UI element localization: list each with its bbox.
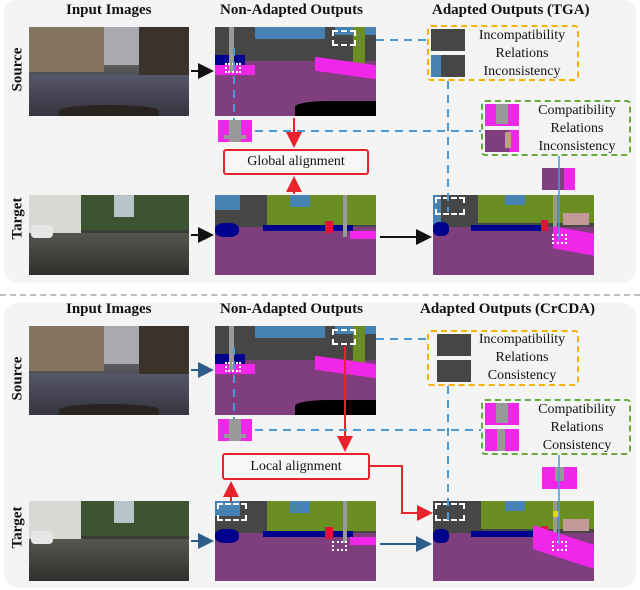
incompat-line-1-crcda: Incompatibility [478, 332, 566, 347]
compat-line-3: Inconsistency [538, 139, 616, 154]
source-input-image-2 [29, 326, 189, 415]
target-adapted-output-crcda [433, 501, 594, 581]
compat-text-tga: Compatibility Relations Inconsistency [525, 102, 629, 156]
header-adapted-outputs-crcda: Adapted Outputs (CrCDA) [420, 301, 596, 317]
target-segmentation-output-2 [215, 501, 376, 581]
target-pole-box-nonadapted [332, 541, 347, 551]
source-segmentation-output-2 [215, 326, 376, 415]
incompat-line-3: Inconsistency [483, 64, 561, 79]
target-pole-crop-crcda [542, 467, 577, 489]
target-input-image [29, 195, 189, 275]
source-pole-box-2 [225, 362, 241, 372]
row-label-source-2: Source [9, 356, 26, 401]
compat-crop-2 [485, 130, 519, 152]
target-pole-crop-tga [542, 168, 575, 190]
incompat-text-tga: Incompatibility Relations Inconsistency [470, 27, 574, 81]
global-alignment-box: Global alignment [223, 149, 369, 175]
local-alignment-box: Local alignment [222, 453, 370, 480]
target-region-box-nonadapted [217, 503, 247, 521]
target-region-box-crcda [435, 503, 465, 521]
compat-text-crcda: Compatibility Relations Consistency [525, 401, 629, 455]
compat-line-2: Relations [550, 121, 604, 136]
compat-line-3-crcda: Consistency [542, 438, 612, 453]
source-pole-box [225, 63, 241, 73]
incompat-line-2: Relations [495, 46, 549, 61]
row-label-source: Source [9, 47, 26, 92]
source-pole-crop [218, 120, 252, 142]
incompat-line-3-crcda: Consistency [487, 368, 557, 383]
incompat-text-crcda: Incompatibility Relations Consistency [470, 331, 574, 385]
header-non-adapted-outputs: Non-Adapted Outputs [220, 2, 363, 18]
target-pole-box-crcda [552, 541, 567, 551]
compat-crop-1 [485, 104, 519, 126]
header-input-images-2: Input Images [66, 301, 152, 317]
compat-line-2-crcda: Relations [550, 420, 604, 435]
compat-line-1-crcda: Compatibility [538, 402, 616, 417]
row-label-target-2: Target [9, 506, 26, 549]
incompat-crop-2-crcda [437, 360, 471, 382]
source-pole-crop-2 [218, 419, 252, 441]
incompat-line-2-crcda: Relations [495, 350, 549, 365]
panel-separator [0, 294, 640, 296]
incompat-line-1: Incompatibility [478, 28, 566, 43]
header-non-adapted-outputs-2: Non-Adapted Outputs [220, 301, 363, 317]
target-input-image-2 [29, 501, 189, 581]
target-adapted-output-tga [433, 195, 594, 275]
source-region-box [332, 30, 356, 46]
incompat-crop-2 [431, 55, 465, 77]
target-region-box [435, 197, 465, 215]
source-input-image [29, 27, 189, 116]
source-segmentation-output [215, 27, 376, 116]
compat-line-1: Compatibility [538, 103, 616, 118]
header-input-images: Input Images [66, 2, 152, 18]
target-segmentation-output [215, 195, 376, 275]
header-adapted-outputs-tga: Adapted Outputs (TGA) [432, 2, 590, 18]
source-region-box-2 [332, 329, 356, 345]
row-label-target: Target [9, 197, 26, 240]
compat-crop-1-crcda [485, 403, 519, 425]
compat-crop-2-crcda [485, 429, 519, 451]
incompat-crop-1-crcda [437, 334, 471, 356]
incompat-crop-1 [431, 29, 465, 51]
target-pole-box [552, 234, 567, 244]
